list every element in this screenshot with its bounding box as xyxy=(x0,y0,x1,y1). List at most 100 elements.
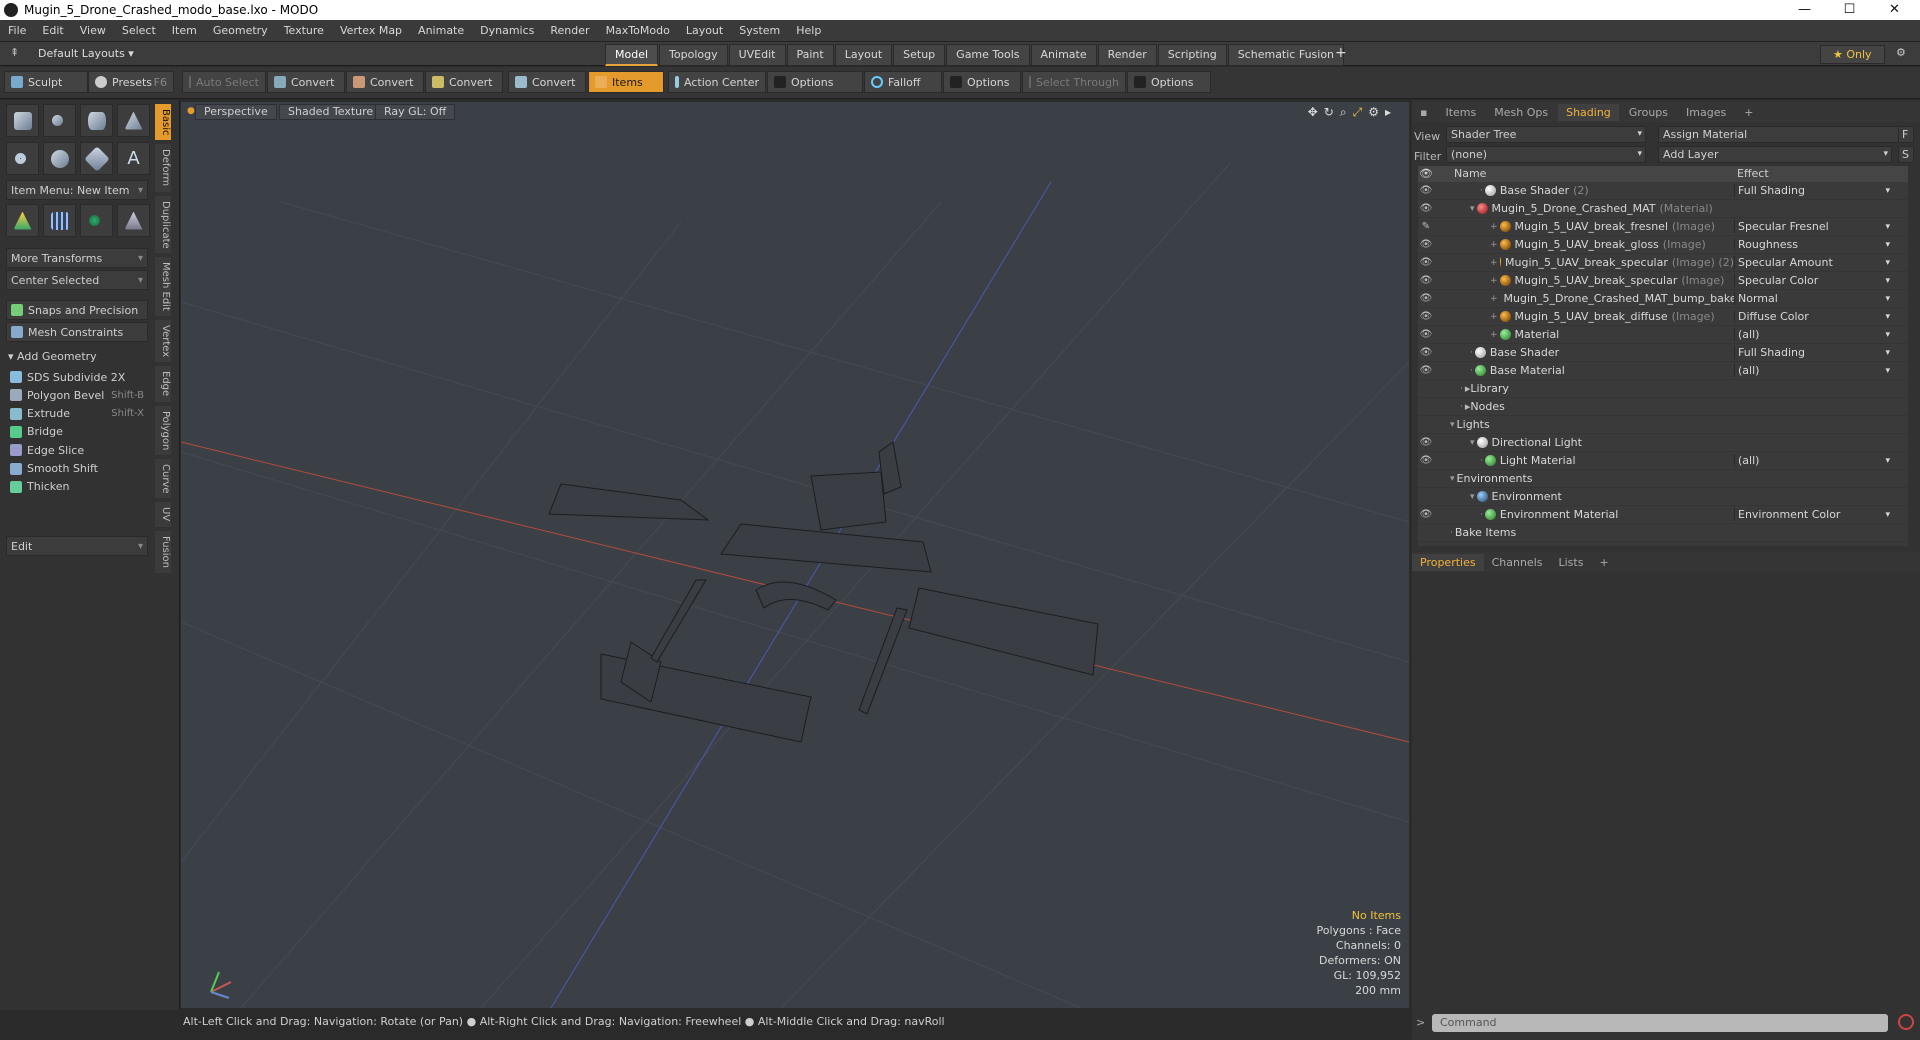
chevron-down-icon[interactable]: ▾ xyxy=(1885,456,1890,466)
tree-row[interactable]: 👁 + Mugin_5_UAV_break_gloss (Image) Roughne… xyxy=(1418,236,1908,254)
grid-tool-button[interactable] xyxy=(43,204,76,237)
tab-schematic-fusion[interactable]: Schematic Fusion xyxy=(1227,44,1345,66)
menu-item-maxtomodo[interactable]: MaxToModo xyxy=(598,24,678,37)
text-tool-button[interactable]: A xyxy=(117,142,150,175)
3d-viewport[interactable]: ● Perspective Shaded Texture Ray GL: Off… xyxy=(181,102,1409,1008)
assign-material-button[interactable]: Assign Material xyxy=(1658,126,1906,143)
vtab-fusion[interactable]: Fusion xyxy=(155,530,171,573)
falloff-options-button[interactable]: Options xyxy=(943,71,1021,93)
rtab-mesh-ops[interactable]: Mesh Ops xyxy=(1486,104,1556,121)
tree-row[interactable]: ▾ Environment xyxy=(1418,488,1908,506)
menu-item-select[interactable]: Select xyxy=(114,24,164,37)
raygl-toggle[interactable]: Ray GL: Off xyxy=(375,104,456,120)
chevron-down-icon[interactable]: ▾ xyxy=(1885,312,1890,322)
sculpt-button[interactable]: Sculpt xyxy=(4,71,88,93)
chevron-down-icon[interactable]: ▾ xyxy=(1885,258,1890,268)
tree-row-effect-cell[interactable]: Full Shading ▾ xyxy=(1734,184,1894,197)
layout-pin-icon[interactable]: ⇞ xyxy=(10,46,19,59)
menu-item-file[interactable]: File xyxy=(0,24,34,37)
tree-row-effect-cell[interactable]: (all) ▾ xyxy=(1734,328,1894,341)
add-tab-button[interactable]: + xyxy=(1335,45,1347,61)
tree-row-effect-cell[interactable]: Environment Color ▾ xyxy=(1734,508,1894,521)
tab-setup[interactable]: Setup xyxy=(893,44,946,66)
cube-primitive-button[interactable] xyxy=(6,104,39,137)
select-through-button[interactable]: Select Through xyxy=(1022,71,1126,93)
default-layouts-dropdown[interactable]: Default Layouts ▾ xyxy=(38,47,134,60)
chevron-down-icon[interactable]: ▾ xyxy=(1885,276,1890,286)
visibility-eye-icon[interactable]: 👁 xyxy=(1418,437,1434,448)
chevron-down-icon[interactable]: ▾ xyxy=(1885,222,1890,232)
vtab-basic[interactable]: Basic xyxy=(155,104,171,141)
vtab-uv[interactable]: UV xyxy=(155,502,171,527)
props-tab-properties[interactable]: Properties xyxy=(1412,553,1484,571)
menu-item-dynamics[interactable]: Dynamics xyxy=(472,24,542,37)
vtab-vertex[interactable]: Vertex xyxy=(155,320,171,363)
minimize-button[interactable]: — xyxy=(1782,0,1827,20)
chevron-down-icon[interactable]: ▾ xyxy=(1885,348,1890,358)
cylinder-primitive-button[interactable] xyxy=(80,104,113,137)
rtab-items[interactable]: Items xyxy=(1437,104,1484,121)
auto-select-button[interactable]: Auto Select xyxy=(182,71,266,93)
visibility-eye-icon[interactable]: 👁 xyxy=(1418,311,1434,322)
falloff-button[interactable]: Falloff xyxy=(864,71,942,93)
rtab-images[interactable]: Images xyxy=(1678,104,1734,121)
visibility-eye-icon[interactable]: 👁 xyxy=(1418,239,1434,250)
edit-dropdown[interactable]: Edit ▾ xyxy=(6,536,148,556)
pen-tool-button[interactable] xyxy=(80,142,113,175)
menu-item-texture[interactable]: Texture xyxy=(276,24,332,37)
visibility-eye-icon[interactable]: 👁 xyxy=(1418,203,1434,214)
menu-item-layout[interactable]: Layout xyxy=(678,24,731,37)
tab-paint[interactable]: Paint xyxy=(786,44,834,66)
rtab-add[interactable]: + xyxy=(1736,104,1761,121)
visibility-eye-icon[interactable]: 👁 xyxy=(1418,185,1434,196)
action-center-button[interactable]: Action Center xyxy=(668,71,766,93)
tree-row[interactable]: 👁 + Mugin_5_UAV_break_specular (Image) Spec… xyxy=(1418,272,1908,290)
tab-scripting[interactable]: Scripting xyxy=(1157,44,1227,66)
tree-row[interactable]: 👁 + Material (all) ▾ xyxy=(1418,326,1908,344)
visibility-eye-icon[interactable]: 👁 xyxy=(1418,455,1434,466)
select-through-options-button[interactable]: Options xyxy=(1127,71,1211,93)
tree-row-effect-cell[interactable]: Normal ▾ xyxy=(1734,292,1894,305)
close-button[interactable]: ✕ xyxy=(1872,0,1917,20)
tree-row-effect-cell[interactable]: Specular Color ▾ xyxy=(1734,274,1894,287)
presets-button[interactable]: Presets F6 xyxy=(88,71,174,93)
tab-animate[interactable]: Animate xyxy=(1030,44,1097,66)
convert-edge-button[interactable]: Convert xyxy=(346,71,424,93)
settings-gear-icon[interactable]: ⚙ xyxy=(1896,46,1906,59)
viewport-menu-dot[interactable]: ● xyxy=(187,106,195,116)
fit-icon[interactable]: ⤢ xyxy=(1353,105,1363,120)
vtab-polygon[interactable]: Polygon xyxy=(155,405,171,455)
tree-row[interactable]: 👁 · Base Shader (2) Full Shading ▾ xyxy=(1418,182,1908,200)
add-layer-dropdown[interactable]: Add Layer ▾ xyxy=(1658,146,1892,163)
menu-item-geometry[interactable]: Geometry xyxy=(205,24,276,37)
vtab-curve[interactable]: Curve xyxy=(155,458,171,499)
expand-triangle-icon[interactable]: ▾ xyxy=(1470,492,1475,502)
visibility-eye-icon[interactable]: ✎ xyxy=(1418,221,1434,232)
tree-row[interactable]: 👁 · Light Material (all) ▾ xyxy=(1418,452,1908,470)
props-tab-channels[interactable]: Channels xyxy=(1484,554,1551,571)
mesh-constraints-button[interactable]: Mesh Constraints xyxy=(6,322,148,342)
sphere-primitive-button[interactable] xyxy=(43,104,76,137)
item-menu-dropdown[interactable]: Item Menu: New Item ▾ xyxy=(6,180,148,200)
tree-row-effect-cell[interactable]: Full Shading ▾ xyxy=(1734,346,1894,359)
tree-row[interactable]: 👁 · Base Shader Full Shading ▾ xyxy=(1418,344,1908,362)
menu-item-help[interactable]: Help xyxy=(788,24,829,37)
viewport-settings-icon[interactable]: ⚙ xyxy=(1368,105,1379,120)
tab-render[interactable]: Render xyxy=(1097,44,1157,66)
tree-row[interactable]: 👁 + Mugin_5_UAV_break_specular (Image) (2)… xyxy=(1418,254,1908,272)
panel-menu-icon[interactable]: ▪ xyxy=(1412,104,1435,121)
tree-row-effect-cell[interactable]: Specular Fresnel ▾ xyxy=(1734,220,1894,233)
tree-row-effect-cell[interactable]: (all) ▾ xyxy=(1734,454,1894,467)
chevron-down-icon[interactable]: ▾ xyxy=(1885,294,1890,304)
chevron-down-icon[interactable]: ▾ xyxy=(1885,510,1890,520)
items-mode-button[interactable]: Items xyxy=(588,71,664,93)
menu-item-view[interactable]: View xyxy=(72,24,114,37)
pan-icon[interactable]: ✥ xyxy=(1308,105,1318,120)
chevron-down-icon[interactable]: ▾ xyxy=(1885,186,1890,196)
menu-item-item[interactable]: Item xyxy=(164,24,205,37)
menu-item-render[interactable]: Render xyxy=(542,24,597,37)
vtab-deform[interactable]: Deform xyxy=(155,144,171,192)
tool-polygon-bevel-button[interactable]: Polygon Bevel Shift-B xyxy=(6,386,148,404)
tree-row-effect-cell[interactable]: (all) ▾ xyxy=(1734,364,1894,377)
transform-tool-button[interactable] xyxy=(6,204,39,237)
